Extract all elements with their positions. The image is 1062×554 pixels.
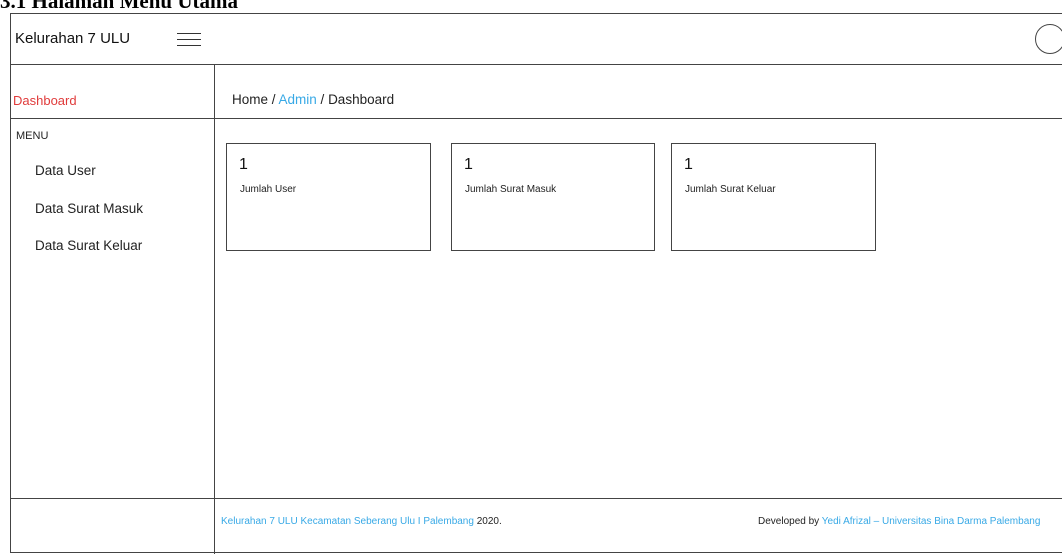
sidebar-item-data-surat-keluar[interactable]: Data Surat Keluar <box>35 238 142 253</box>
breadcrumb-current: Dashboard <box>328 92 395 107</box>
app-window: Kelurahan 7 ULU Dashboard MENU Data User… <box>10 13 1062 554</box>
user-avatar[interactable] <box>1035 24 1062 54</box>
document-heading: 3.1 Halaman Menu Utama <box>0 0 238 13</box>
stat-count: 1 <box>464 156 473 173</box>
stat-label: Jumlah Surat Masuk <box>465 184 557 195</box>
stat-label: Jumlah User <box>240 184 297 195</box>
stat-count: 1 <box>239 156 248 173</box>
breadcrumb-home[interactable]: Home <box>232 92 268 107</box>
footer-credit-prefix: Developed by <box>758 516 822 527</box>
sidebar-item-dashboard[interactable]: Dashboard <box>13 93 77 108</box>
app-brand[interactable]: Kelurahan 7 ULU <box>15 30 130 47</box>
stat-card-surat-keluar[interactable]: 1 Jumlah Surat Keluar <box>671 143 876 251</box>
stat-card-user[interactable]: 1 Jumlah User <box>226 143 431 251</box>
stat-label: Jumlah Surat Keluar <box>685 184 776 195</box>
sidebar-divider <box>214 64 215 554</box>
breadcrumb-separator: / <box>316 92 329 107</box>
footer-org-link[interactable]: Kelurahan 7 ULU Kecamatan Seberang Ulu I… <box>221 516 474 527</box>
footer-right: Developed by Yedi Afrizal – Universitas … <box>758 516 1040 527</box>
sidebar-item-data-user[interactable]: Data User <box>35 163 96 178</box>
footer-developer-link[interactable]: Yedi Afrizal – Universitas Bina Darma Pa… <box>822 516 1041 527</box>
footer-year: 2020. <box>473 516 502 527</box>
footer-left: Kelurahan 7 ULU Kecamatan Seberang Ulu I… <box>221 516 502 527</box>
sidebar-menu-heading: MENU <box>16 130 49 142</box>
stat-count: 1 <box>684 156 693 173</box>
breadcrumb-divider <box>11 118 1062 119</box>
sidebar-item-data-surat-masuk[interactable]: Data Surat Masuk <box>35 201 143 216</box>
hamburger-menu-icon[interactable] <box>177 31 201 47</box>
stat-card-surat-masuk[interactable]: 1 Jumlah Surat Masuk <box>451 143 655 251</box>
footer-divider <box>11 498 1062 499</box>
topbar-divider <box>11 64 1062 65</box>
breadcrumb-admin[interactable]: Admin <box>279 92 317 107</box>
breadcrumb: Home / Admin / Dashboard <box>232 92 394 107</box>
breadcrumb-separator: / <box>268 92 279 107</box>
